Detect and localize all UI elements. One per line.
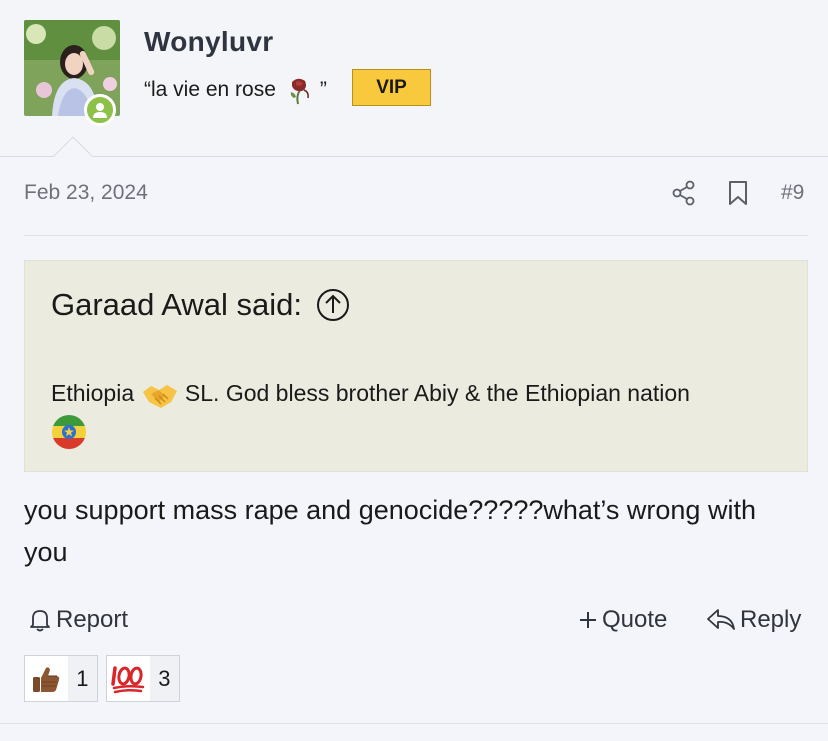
quote-text-part1: Ethiopia: [51, 380, 135, 406]
user-title: “la vie en rose ”: [144, 74, 327, 106]
user-title-end: ”: [319, 78, 327, 101]
reaction-thumbs-up[interactable]: 1: [24, 655, 98, 702]
quote-author[interactable]: Garaad Awal said:: [51, 287, 302, 323]
reaction-count: 1: [67, 656, 97, 701]
reaction-hundred[interactable]: 3: [106, 655, 180, 702]
ethiopia-flag-icon: [52, 414, 86, 449]
divider: [0, 723, 828, 724]
bookmark-icon[interactable]: [727, 180, 749, 206]
user-title-text: “la vie en rose: [144, 78, 276, 101]
reply-button[interactable]: Reply: [706, 606, 801, 634]
username[interactable]: Wonyluvr: [144, 26, 273, 58]
report-button[interactable]: Report: [28, 606, 128, 634]
reaction-emoji-cell: [25, 656, 68, 701]
user-icon: [93, 103, 107, 118]
bell-icon: [30, 610, 50, 632]
quote-text: Ethiopia SL. God bless brother Abiy & th…: [51, 375, 791, 450]
quote-block: Garaad Awal said: Ethiopia SL. God bless…: [24, 260, 808, 472]
share-icon[interactable]: [671, 180, 697, 206]
divider: [24, 235, 808, 236]
quote-label: Quote: [602, 606, 668, 633]
vip-badge: VIP: [352, 69, 431, 106]
quote-button[interactable]: Quote: [578, 606, 667, 634]
jump-to-quote-icon[interactable]: [316, 288, 350, 322]
post-number[interactable]: #9: [781, 181, 804, 205]
post-date[interactable]: Feb 23, 2024: [24, 181, 148, 205]
hundred-points-icon: [111, 665, 145, 693]
online-status-badge: [84, 94, 116, 126]
reaction-count: 3: [149, 656, 179, 701]
header-pointer: [52, 136, 94, 158]
handshake-icon: [142, 384, 177, 408]
reaction-emoji-cell: [107, 656, 150, 701]
quote-text-part2: SL. God bless brother Abiy & the Ethiopi…: [184, 380, 690, 406]
reply-icon: [707, 609, 735, 630]
user-header: Wonyluvr “la vie en rose ” VIP: [0, 0, 828, 157]
thumbs-up-icon: [33, 666, 60, 692]
wilted-rose-icon: [290, 78, 309, 105]
plus-icon: [580, 612, 596, 628]
quote-header: Garaad Awal said:: [51, 287, 350, 323]
post-body: you support mass rape and genocide?????w…: [24, 495, 756, 567]
report-label: Report: [56, 606, 129, 633]
reply-label: Reply: [740, 606, 802, 633]
